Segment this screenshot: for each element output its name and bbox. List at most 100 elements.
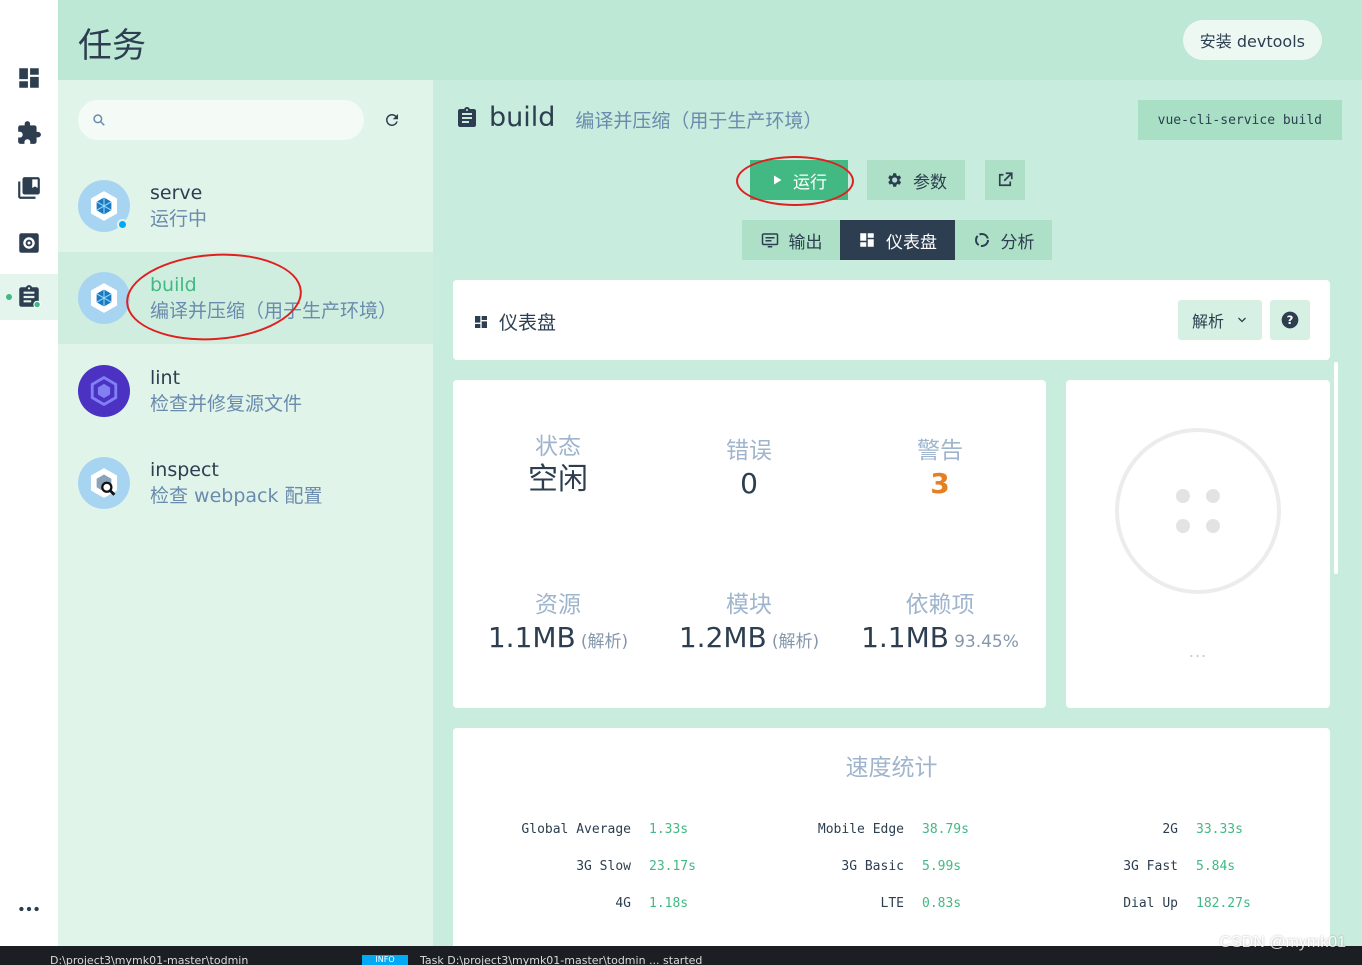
speed-key: Mobile Edge <box>817 822 904 837</box>
task-item-serve[interactable]: serve 运行中 <box>58 160 433 252</box>
search-input[interactable] <box>116 111 356 129</box>
content-scrollbar[interactable] <box>1334 362 1338 574</box>
refresh-icon <box>385 113 398 126</box>
stat-errors: 错误 0 <box>654 436 844 502</box>
nav-dependencies-button[interactable] <box>0 165 58 211</box>
mode-select[interactable]: 解析 <box>1178 300 1262 340</box>
search-icon <box>93 114 105 126</box>
help-button[interactable]: ? <box>1270 300 1310 340</box>
speed-value: 0.83s <box>922 896 962 911</box>
plugin-icon <box>18 121 41 144</box>
open-external-icon <box>998 172 1013 187</box>
stat-sub: (解析) <box>580 632 629 652</box>
task-title: build <box>489 102 556 133</box>
status-logo-card: ... <box>1066 380 1330 708</box>
detail-header: build 编译并压缩（用于生产环境） <box>455 102 822 133</box>
params-button[interactable]: 参数 <box>867 160 965 200</box>
tab-dashboard[interactable]: 仪表盘 <box>840 220 955 260</box>
play-icon <box>774 175 782 185</box>
task-name: lint <box>150 367 181 389</box>
stat-status: 状态 空闲 <box>463 432 653 498</box>
stat-dependencies: 依赖项 1.1MB 93.45% <box>845 590 1035 656</box>
nav-config-button[interactable] <box>0 220 58 266</box>
dashboard-icon <box>19 68 39 88</box>
stat-label: 资源 <box>535 592 581 618</box>
task-name: build <box>150 274 197 296</box>
nav-plugins-button[interactable] <box>0 110 58 156</box>
speed-title: 速度统计 <box>845 755 938 781</box>
task-item-build[interactable]: build 编译并压缩（用于生产环境） <box>58 252 433 344</box>
speed-row: 3G Fast 5.84s <box>1019 859 1235 874</box>
running-indicator <box>117 219 128 230</box>
gear-icon <box>888 173 902 187</box>
speed-stats-card: 速度统计 Global Average 1.33s Mobile Edge 38.7… <box>453 728 1330 946</box>
top-bar: 任务 安装 devtools <box>58 0 1362 80</box>
speed-key: 4G <box>615 896 631 911</box>
tab-analyzer[interactable]: 分析 <box>955 220 1052 260</box>
stat-sub: 93.45% <box>954 632 1019 652</box>
stat-label: 模块 <box>726 592 772 618</box>
nav-dashboard-button[interactable] <box>0 55 58 101</box>
config-icon <box>19 233 39 253</box>
speed-value: 5.84s <box>1196 859 1236 874</box>
speed-row: 3G Slow 23.17s <box>473 859 696 874</box>
dashboard-icon <box>475 315 487 328</box>
nav-more-button[interactable] <box>0 886 58 932</box>
speed-value: 38.79s <box>922 822 969 837</box>
open-in-new-button[interactable] <box>985 160 1025 200</box>
webpack-inspect-icon <box>78 457 130 509</box>
speed-key: Dial Up <box>1123 896 1178 911</box>
task-item-inspect[interactable]: inspect 检查 webpack 配置 <box>58 437 433 529</box>
nav-tasks-button[interactable] <box>0 274 58 320</box>
task-detail: build 编译并压缩（用于生产环境） vue-cli-service buil… <box>433 80 1362 946</box>
speed-row: 4G 1.18s <box>473 896 688 911</box>
watermark: CSDN @mymk01 <box>1219 934 1346 951</box>
chevron-down-icon <box>1238 317 1246 323</box>
task-name: inspect <box>150 459 219 481</box>
speed-key: LTE <box>880 896 904 911</box>
mode-select-value: 解析 <box>1191 312 1224 331</box>
dashboard-title-label: 仪表盘 <box>499 312 557 334</box>
svg-text:?: ? <box>1287 313 1294 327</box>
clipboard-icon <box>458 106 476 127</box>
status-bar: D:\project3\mymk01-master\todmin INFO Ta… <box>0 946 1362 965</box>
run-button[interactable]: 运行 <box>750 160 848 200</box>
speed-key: 3G Basic <box>841 859 904 874</box>
task-list-panel: serve 运行中 build 编译并压缩（用于生产环境） lint 检查并修复… <box>58 80 433 946</box>
refresh-button[interactable] <box>380 108 404 132</box>
task-desc: 编译并压缩（用于生产环境） <box>150 300 398 322</box>
speed-value: 23.17s <box>649 859 696 874</box>
speed-key: Global Average <box>521 822 631 837</box>
task-desc: 检查 webpack 配置 <box>150 485 323 507</box>
speed-key: 3G Slow <box>576 859 631 874</box>
speed-value: 1.33s <box>649 822 689 837</box>
stat-value: 0 <box>740 467 758 500</box>
stat-label: 错误 <box>726 438 772 464</box>
stat-label: 依赖项 <box>905 592 975 618</box>
page-title: 任务 <box>78 26 146 66</box>
speed-value: 5.99s <box>922 859 962 874</box>
status-message: Task D:\project3\mymk01-master\todmin ..… <box>420 954 703 965</box>
speed-row: Global Average 1.33s <box>473 822 688 837</box>
stat-value: 1.1MB <box>487 621 576 654</box>
stat-value: 1.2MB <box>678 621 767 654</box>
dashboard-header-card: 仪表盘 解析 ? <box>453 280 1330 360</box>
speed-row: LTE 0.83s <box>745 896 962 911</box>
install-devtools-button[interactable]: 安装 devtools <box>1182 20 1322 60</box>
webpack-icon <box>78 272 130 324</box>
speed-value: 1.18s <box>649 896 689 911</box>
dependencies-icon <box>18 177 40 199</box>
task-name: serve <box>150 182 203 204</box>
nav-rail <box>0 0 58 946</box>
stat-value: 空闲 <box>528 462 588 497</box>
dashboard-icon <box>860 233 874 247</box>
search-box[interactable] <box>78 100 364 140</box>
status-path: D:\project3\mymk01-master\todmin <box>50 954 249 965</box>
webpack-icon <box>78 180 130 232</box>
eslint-icon <box>78 365 130 417</box>
tab-analyzer-label: 分析 <box>1000 232 1035 253</box>
status-more: ... <box>1188 642 1208 661</box>
task-item-lint[interactable]: lint 检查并修复源文件 <box>58 345 433 437</box>
dashboard-title: 仪表盘 <box>473 308 556 335</box>
tab-output[interactable]: 输出 <box>742 220 841 260</box>
